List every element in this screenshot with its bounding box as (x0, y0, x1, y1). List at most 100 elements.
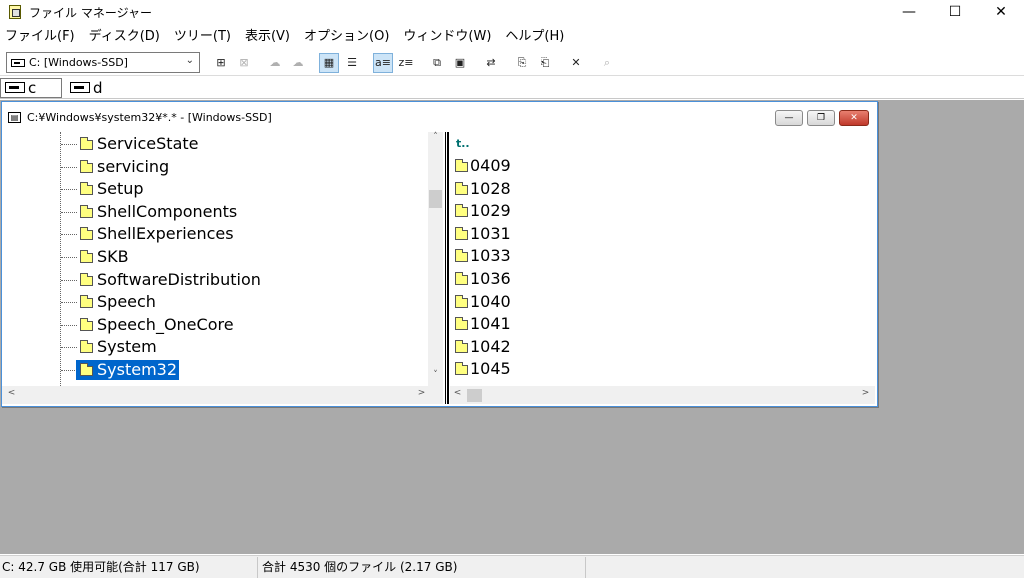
tree-item[interactable]: ServiceState (2, 133, 428, 155)
sort-by-type-icon[interactable]: z≡ (396, 53, 416, 73)
tree-item-label: System (97, 337, 157, 357)
tree-pane[interactable]: ServiceState servicing Setup ShellComponent… (2, 132, 443, 404)
scroll-right-icon[interactable]: > (414, 388, 429, 398)
file-list-item[interactable]: 1033 (452, 245, 522, 267)
minimize-button[interactable]: — (886, 0, 932, 24)
tree-connector (61, 324, 77, 326)
tree-vertical-scrollbar[interactable]: ˄ ˅ (428, 132, 443, 386)
move-icon[interactable]: ⇄ (481, 53, 501, 73)
file-list-item[interactable]: 1040 (452, 291, 522, 313)
tree-item[interactable]: Speech_OneCore (2, 314, 428, 336)
paste-icon[interactable]: ⎗ (535, 53, 555, 73)
tree-item[interactable]: Setup (2, 178, 428, 200)
disconnect-drive-icon[interactable]: ⊠ (234, 53, 254, 73)
folder-icon (455, 272, 468, 285)
folder-icon (80, 227, 93, 241)
drive-tab-c[interactable]: c (0, 77, 62, 98)
drive-select[interactable]: C: [Windows-SSD] ⌄ (6, 52, 200, 73)
list-view-icon[interactable]: ☰ (342, 53, 362, 73)
child-restore-button[interactable]: ❐ (807, 110, 835, 126)
file-list-item[interactable]: 1045 (452, 358, 522, 380)
tree-item[interactable]: System (2, 336, 428, 358)
tree-item[interactable]: System32 (2, 359, 428, 381)
tree-item-label: Speech (97, 292, 156, 312)
scroll-down-icon[interactable]: ˅ (428, 370, 443, 380)
tree-item-label: Setup (97, 179, 144, 199)
directory-window-titlebar[interactable]: ▤ C:¥Windows¥system32¥*.* - [Windows-SSD… (2, 102, 877, 132)
chevron-down-icon: ⌄ (185, 55, 194, 66)
maximize-button[interactable]: ☐ (932, 0, 978, 24)
scroll-left-icon[interactable]: < (450, 388, 465, 398)
menu-tree[interactable]: ツリー(T) (167, 26, 238, 48)
directory-window[interactable]: ▤ C:¥Windows¥system32¥*.* - [Windows-SSD… (1, 101, 878, 407)
scroll-left-icon[interactable]: < (4, 388, 19, 398)
file-list-item[interactable]: 0409 (452, 155, 522, 177)
tree-item[interactable]: Speech (2, 291, 428, 313)
tree-list: ServiceState servicing Setup ShellComponent… (2, 132, 428, 386)
tree-horizontal-scrollbar[interactable]: < > (2, 386, 443, 404)
file-item-label: 1031 (470, 223, 511, 243)
menu-file[interactable]: ファイル(F) (0, 26, 82, 48)
folder-icon (80, 317, 93, 331)
app-titlebar[interactable]: ファイル マネージャー — ☐ ✕ (0, 0, 1024, 24)
menu-view[interactable]: 表示(V) (238, 26, 297, 48)
file-list-item[interactable]: 1041 (452, 313, 522, 335)
file-item-label: 1040 (470, 291, 511, 311)
sort-by-name-icon[interactable]: a≡ (373, 52, 393, 73)
tree-item[interactable]: servicing (2, 156, 428, 178)
toolbar-buttons: ⊞ ⊠ ☁ ☁ ▦ ☰ a≡ z≡ ⧉ ▣ ⇄ ⎘ ⎗ ✕ ⌕ (208, 52, 617, 73)
tree-item[interactable]: ShellExperiences (2, 223, 428, 245)
scroll-right-icon[interactable]: > (858, 388, 873, 398)
tree-item-label: System32 (95, 360, 180, 380)
child-close-button[interactable]: ✕ (839, 110, 869, 126)
file-list-item[interactable]: 1031 (452, 223, 522, 245)
tree-item[interactable]: SoftwareDistribution (2, 269, 428, 291)
parent-directory-item[interactable]: t.. (452, 132, 512, 154)
tree-item[interactable]: ShellComponents (2, 201, 428, 223)
new-window-icon[interactable]: ⧉ (427, 53, 447, 73)
up-directory-icon: t.. (456, 137, 470, 150)
folder-icon (80, 340, 93, 354)
copy-icon[interactable]: ⎘ (512, 53, 532, 73)
tree-item-label: ServiceState (97, 134, 199, 153)
close-button[interactable]: ✕ (978, 0, 1024, 24)
share-icon[interactable]: ☁ (265, 53, 285, 73)
pane-splitter[interactable] (445, 132, 449, 404)
file-scroll-thumb[interactable] (467, 389, 482, 402)
app-title: ファイル マネージャー (29, 5, 152, 20)
file-item-label: 1036 (470, 269, 511, 288)
folder-icon (455, 339, 468, 353)
file-list-pane[interactable]: t.. 0409 1028 1029 1031 1033 1036 1040 1041 1042… (450, 132, 875, 386)
tree-connector (61, 211, 77, 213)
file-horizontal-scrollbar[interactable]: < > (450, 386, 875, 404)
directory-window-title: C:¥Windows¥system32¥*.* - [Windows-SSD] (27, 110, 272, 124)
folder-icon (80, 272, 93, 286)
tree-scroll-thumb[interactable] (429, 190, 442, 208)
large-icons-view-icon[interactable]: ▦ (319, 52, 339, 73)
folder-icon (455, 294, 468, 308)
delete-icon[interactable]: ✕ (566, 53, 586, 73)
connect-drive-icon[interactable]: ⊞ (211, 53, 231, 73)
tree-connector (61, 279, 77, 281)
tree-connector (61, 370, 77, 371)
menu-window[interactable]: ウィンドウ(W) (396, 26, 498, 48)
scroll-up-icon[interactable]: ˄ (428, 132, 443, 142)
search-icon[interactable]: ⌕ (597, 53, 617, 73)
stop-share-icon[interactable]: ☁ (288, 53, 308, 73)
drive-tab-d[interactable]: d (66, 78, 107, 98)
properties-icon[interactable]: ▣ (450, 53, 470, 73)
file-list-item[interactable]: 1028 (452, 178, 522, 200)
folder-icon (455, 226, 468, 240)
menu-options[interactable]: オプション(O) (297, 26, 396, 48)
folder-icon (455, 249, 468, 263)
directory-window-controls: — ❐ ✕ (771, 110, 869, 126)
file-list-item[interactable]: 1042 (452, 336, 522, 358)
menu-help[interactable]: ヘルプ(H) (498, 26, 571, 48)
menu-disk[interactable]: ディスク(D) (82, 26, 167, 48)
tree-item[interactable]: SKB (2, 246, 428, 268)
file-list-item[interactable]: 1029 (452, 200, 522, 222)
tree-connector (61, 144, 77, 145)
child-minimize-button[interactable]: — (775, 110, 803, 126)
file-list-item[interactable]: 1036 (452, 268, 522, 290)
mdi-workspace: ▤ C:¥Windows¥system32¥*.* - [Windows-SSD… (0, 100, 1024, 554)
